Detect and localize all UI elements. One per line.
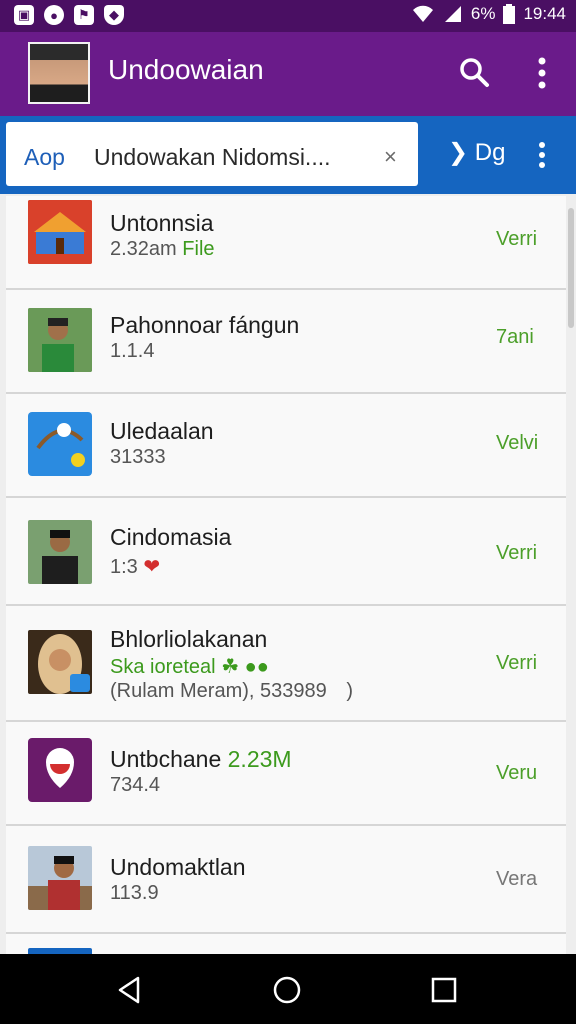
next-tab-label: Dg [474, 139, 506, 166]
list-item[interactable]: Untonnsia 2.32am File Verri [6, 196, 566, 290]
recents-icon[interactable] [428, 974, 460, 1006]
item-title: Undomaktlan [110, 854, 246, 880]
signal-icon [444, 6, 461, 22]
item-action[interactable]: 7ani [496, 326, 534, 349]
person-outdoor-thumbnail [28, 846, 92, 910]
list-item[interactable]: Cindomasia 1:3 ❤ Verri [6, 498, 566, 606]
chevron-right-icon: ❯ [448, 139, 475, 166]
shield-icon: ◆ [104, 5, 124, 25]
temple-thumbnail [28, 200, 92, 264]
nav-bar [0, 954, 576, 1024]
next-tab[interactable]: ❯ Dg [448, 138, 505, 167]
app-title: Undoowaian [108, 54, 264, 85]
clear-icon[interactable]: × [384, 144, 397, 170]
item-title: Bhlorliolakanan [110, 626, 268, 652]
item-subtitle: 734.4 [110, 774, 161, 796]
camera-icon: ● [44, 5, 64, 25]
status-bar: ▣ ● ⚑ ◆ 6% 19:44 [0, 0, 576, 32]
item-title: Untonnsia [110, 210, 214, 236]
item-subtitle: 2.32am File [110, 238, 215, 260]
list-item[interactable] [6, 934, 566, 956]
item-subtitle: 1.1.4 [110, 340, 155, 362]
search-tab-bar: Aop Undowakan Nidomsi.... × ❯ Dg [0, 116, 576, 194]
search-input[interactable]: Undowakan Nidomsi.... [94, 144, 331, 171]
item-action[interactable]: Velvi [496, 432, 538, 455]
image-icon: ▣ [14, 5, 34, 25]
home-icon[interactable] [271, 974, 303, 1006]
item-action[interactable]: Vera [496, 868, 537, 891]
back-icon[interactable] [114, 974, 146, 1006]
person-hijab-thumbnail [28, 630, 92, 694]
item-title: Uledaalan [110, 418, 214, 444]
item-action[interactable]: Verri [496, 652, 537, 675]
list-item[interactable]: Uledaalan 31333 Velvi [6, 394, 566, 498]
item-extra: (Rulam Meram), 533989 ) [110, 680, 353, 702]
battery-percent: 6% [470, 4, 496, 23]
clock: 19:44 [523, 4, 566, 23]
heart-icon: ❤ [143, 556, 161, 578]
item-subtitle: 31333 [110, 446, 166, 468]
purple-app-thumbnail [28, 738, 92, 802]
wifi-icon [412, 5, 433, 23]
item-subtitle: 1:3 ❤ [110, 556, 161, 578]
list-item[interactable]: Pahonnoar fángun 1.1.4 7ani [6, 290, 566, 394]
result-list: Untonnsia 2.32am File Verri Pahonnoar fá… [6, 196, 566, 956]
item-action[interactable]: Verri [496, 542, 537, 565]
search-prefix: Aop [24, 144, 65, 170]
item-action[interactable]: Veru [496, 762, 537, 785]
scrollbar[interactable] [568, 208, 574, 328]
item-title: Cindomasia [110, 524, 232, 550]
app-bar: Undoowaian [0, 32, 576, 116]
list-item[interactable]: Bhlorliolakanan Ska ioreteal ☘ ●● (Rulam… [6, 606, 566, 722]
person-thumbnail [28, 308, 92, 372]
list-item[interactable]: Undomaktlan 113.9 Vera [6, 826, 566, 934]
emoji-icon: ☘ ●● [221, 656, 269, 678]
item-title: Untbchane 2.23M [110, 746, 292, 772]
person-thumbnail [28, 520, 92, 584]
battery-icon [503, 4, 516, 24]
search-field[interactable]: Aop Undowakan Nidomsi.... × [6, 122, 418, 186]
search-icon[interactable] [458, 56, 490, 88]
tab-more-vert-icon[interactable] [536, 140, 548, 170]
more-vert-icon[interactable] [534, 56, 550, 90]
list-item[interactable]: Untbchane 2.23M 734.4 Veru [6, 722, 566, 826]
active-tab-indicator [76, 182, 208, 186]
flag-icon: ⚑ [74, 5, 94, 25]
item-subtitle: Ska ioreteal ☘ ●● [110, 656, 269, 678]
item-title: Pahonnoar fángun [110, 312, 300, 338]
blue-app-thumbnail [28, 412, 92, 476]
profile-avatar[interactable] [28, 42, 90, 104]
item-action[interactable]: Verri [496, 228, 537, 251]
item-subtitle: 113.9 [110, 882, 159, 904]
